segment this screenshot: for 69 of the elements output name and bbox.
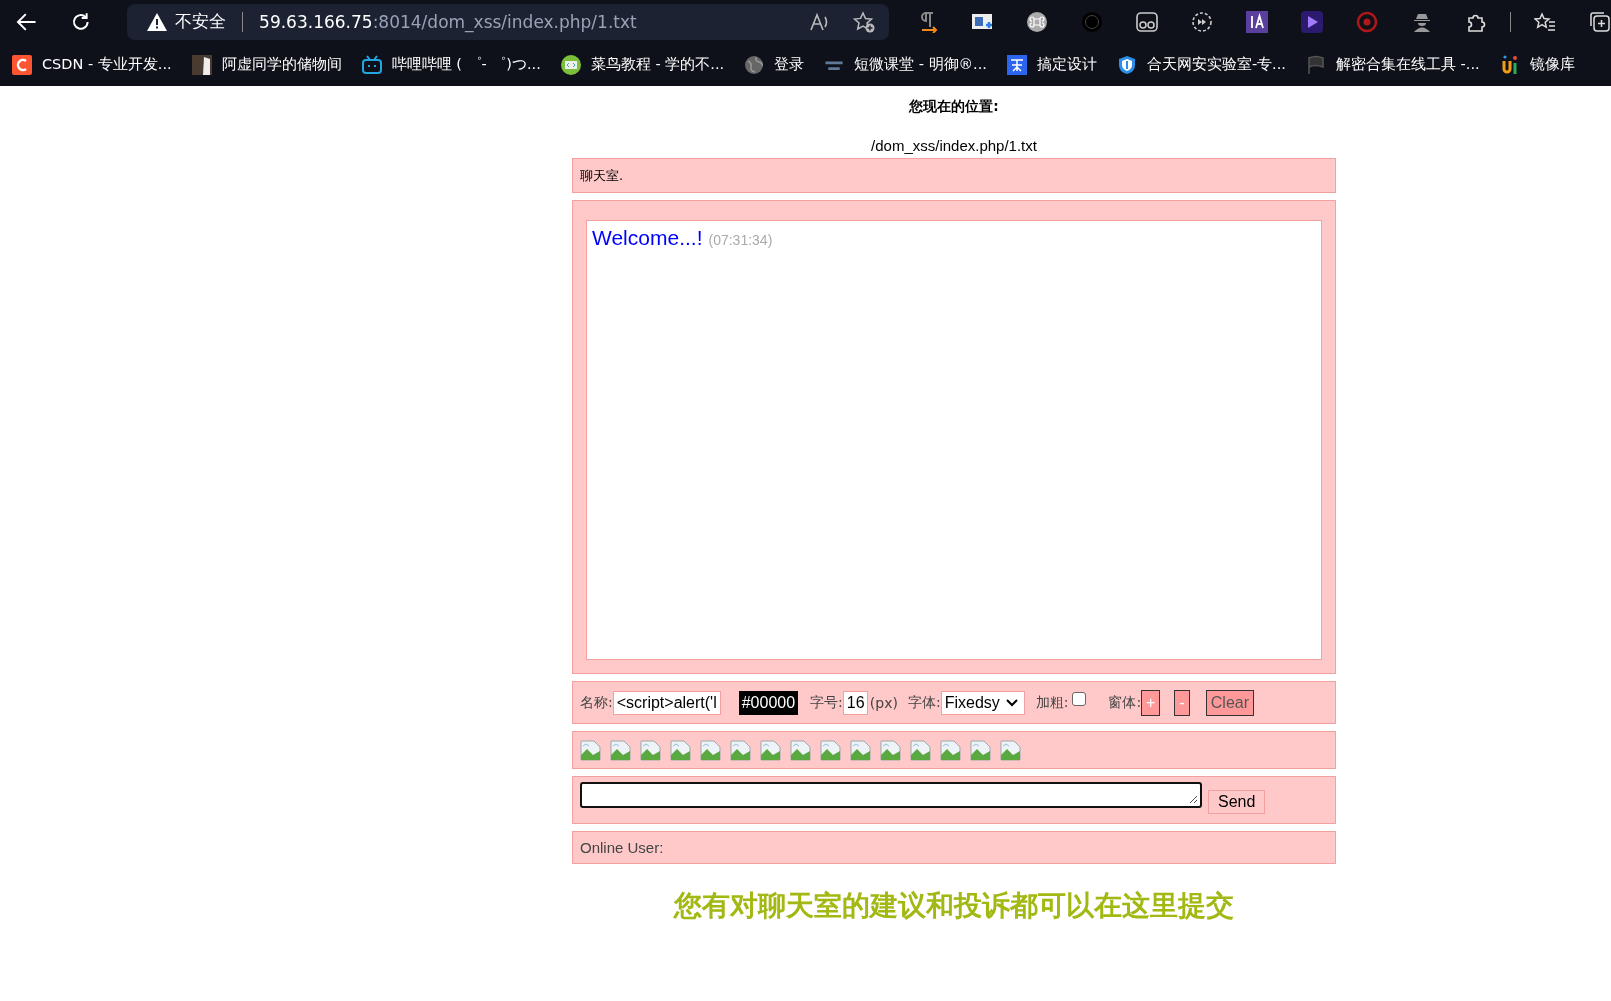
font-size-input[interactable]: 16 — [842, 690, 868, 715]
message-input[interactable] — [580, 782, 1202, 808]
bookmark-link[interactable]: 合天网安实验室-专... — [1116, 54, 1286, 75]
chatroom-title: 聊天室. — [580, 166, 624, 185]
message-text: Welcome...! — [592, 226, 703, 249]
location-path: /dom_xss/index.php/1.txt — [870, 137, 1038, 156]
broken-image-icon[interactable] — [1000, 739, 1021, 761]
globe-icon — [744, 54, 765, 75]
broken-image-icon[interactable] — [610, 739, 631, 761]
broken-image-icon[interactable] — [730, 739, 751, 761]
play-icon[interactable] — [1301, 10, 1323, 33]
broken-image-icon[interactable] — [700, 739, 721, 761]
add-tab-icon[interactable] — [1589, 10, 1611, 33]
fast-forward-icon[interactable] — [1191, 10, 1213, 33]
font-select[interactable]: Fixedsy — [940, 690, 1025, 715]
url-text: 59.63.166.75:8014/dom_xss/index.php/1.txt — [259, 11, 637, 32]
broken-image-icon[interactable] — [670, 739, 691, 761]
window-label: 窗体: — [1108, 693, 1142, 712]
warning-icon — [147, 12, 168, 31]
command-key-icon[interactable] — [1026, 10, 1048, 33]
color-input[interactable]: #00000 — [738, 690, 799, 715]
resize-grip-icon[interactable] — [1189, 795, 1198, 804]
square-logo-icon — [1006, 54, 1027, 75]
address-bar[interactable]: 不安全 59.63.166.75:8014/dom_xss/index.php/1.txt — [127, 3, 889, 40]
caret-icon — [1005, 698, 1018, 707]
tv-icon — [361, 54, 382, 75]
location-label: 您现在的位置: — [908, 98, 1000, 116]
favorites-icon[interactable] — [1534, 10, 1556, 33]
add-favorite-icon[interactable] — [853, 10, 875, 33]
bookmark-link[interactable]: 搞定设计 — [1006, 54, 1097, 75]
broken-image-icon[interactable] — [850, 739, 871, 761]
broken-image-icon[interactable] — [760, 739, 781, 761]
bookmark-link[interactable]: 登录 — [744, 54, 805, 75]
bookmark-link[interactable]: 哔哩哔哩 ( ゜- ゜)つ... — [361, 54, 541, 75]
name-label: 名称: — [580, 693, 613, 712]
bookmark-link[interactable]: 菜鸟教程 - 学的不... — [560, 54, 725, 75]
ia-logo-icon[interactable] — [1246, 10, 1268, 33]
broken-image-icon[interactable] — [790, 739, 811, 761]
broken-image-icon[interactable] — [580, 739, 601, 761]
font-label: 字体: — [907, 693, 941, 712]
online-users-label: Online User: — [580, 839, 664, 856]
letter-c-logo-icon — [12, 54, 32, 75]
message-time: (07:31:34) — [708, 232, 773, 248]
glasses-icon[interactable] — [1136, 10, 1158, 33]
security-warning: 不安全 — [175, 10, 227, 33]
bookmark-link[interactable]: 解密合集在线工具 -... — [1305, 54, 1480, 75]
bold-label: 加粗: — [1035, 693, 1069, 712]
broken-image-icon[interactable] — [820, 739, 841, 761]
bookmark-link[interactable]: 阿虚同学的储物间 — [191, 54, 342, 75]
unit-label: (px) — [869, 694, 898, 711]
name-input[interactable]: <script>alert('l — [612, 690, 721, 715]
flag-icon — [1305, 54, 1326, 75]
send-button[interactable]: Send — [1208, 790, 1266, 814]
target-icon[interactable] — [1356, 10, 1378, 33]
bookmark-link[interactable]: CSDN - 专业开发... — [12, 54, 172, 75]
broken-image-icon[interactable] — [970, 739, 991, 761]
photo-thumbnail-icon — [191, 54, 212, 75]
broken-image-icon[interactable] — [910, 739, 931, 761]
code-badge-icon — [560, 54, 581, 75]
font-size-label: 字号: — [810, 693, 843, 712]
lines-icon — [824, 59, 845, 70]
bookmark-link[interactable]: 镜像库 — [1499, 54, 1575, 75]
broken-image-icon[interactable] — [880, 739, 901, 761]
shield-icon — [1116, 54, 1137, 75]
broken-image-icon[interactable] — [640, 739, 661, 761]
bold-checkbox[interactable] — [1072, 691, 1087, 706]
bookmark-link[interactable]: 短微课堂 - 明御®... — [824, 55, 987, 74]
clear-button[interactable]: Clear — [1205, 689, 1254, 716]
broken-image-icon[interactable] — [940, 739, 961, 761]
